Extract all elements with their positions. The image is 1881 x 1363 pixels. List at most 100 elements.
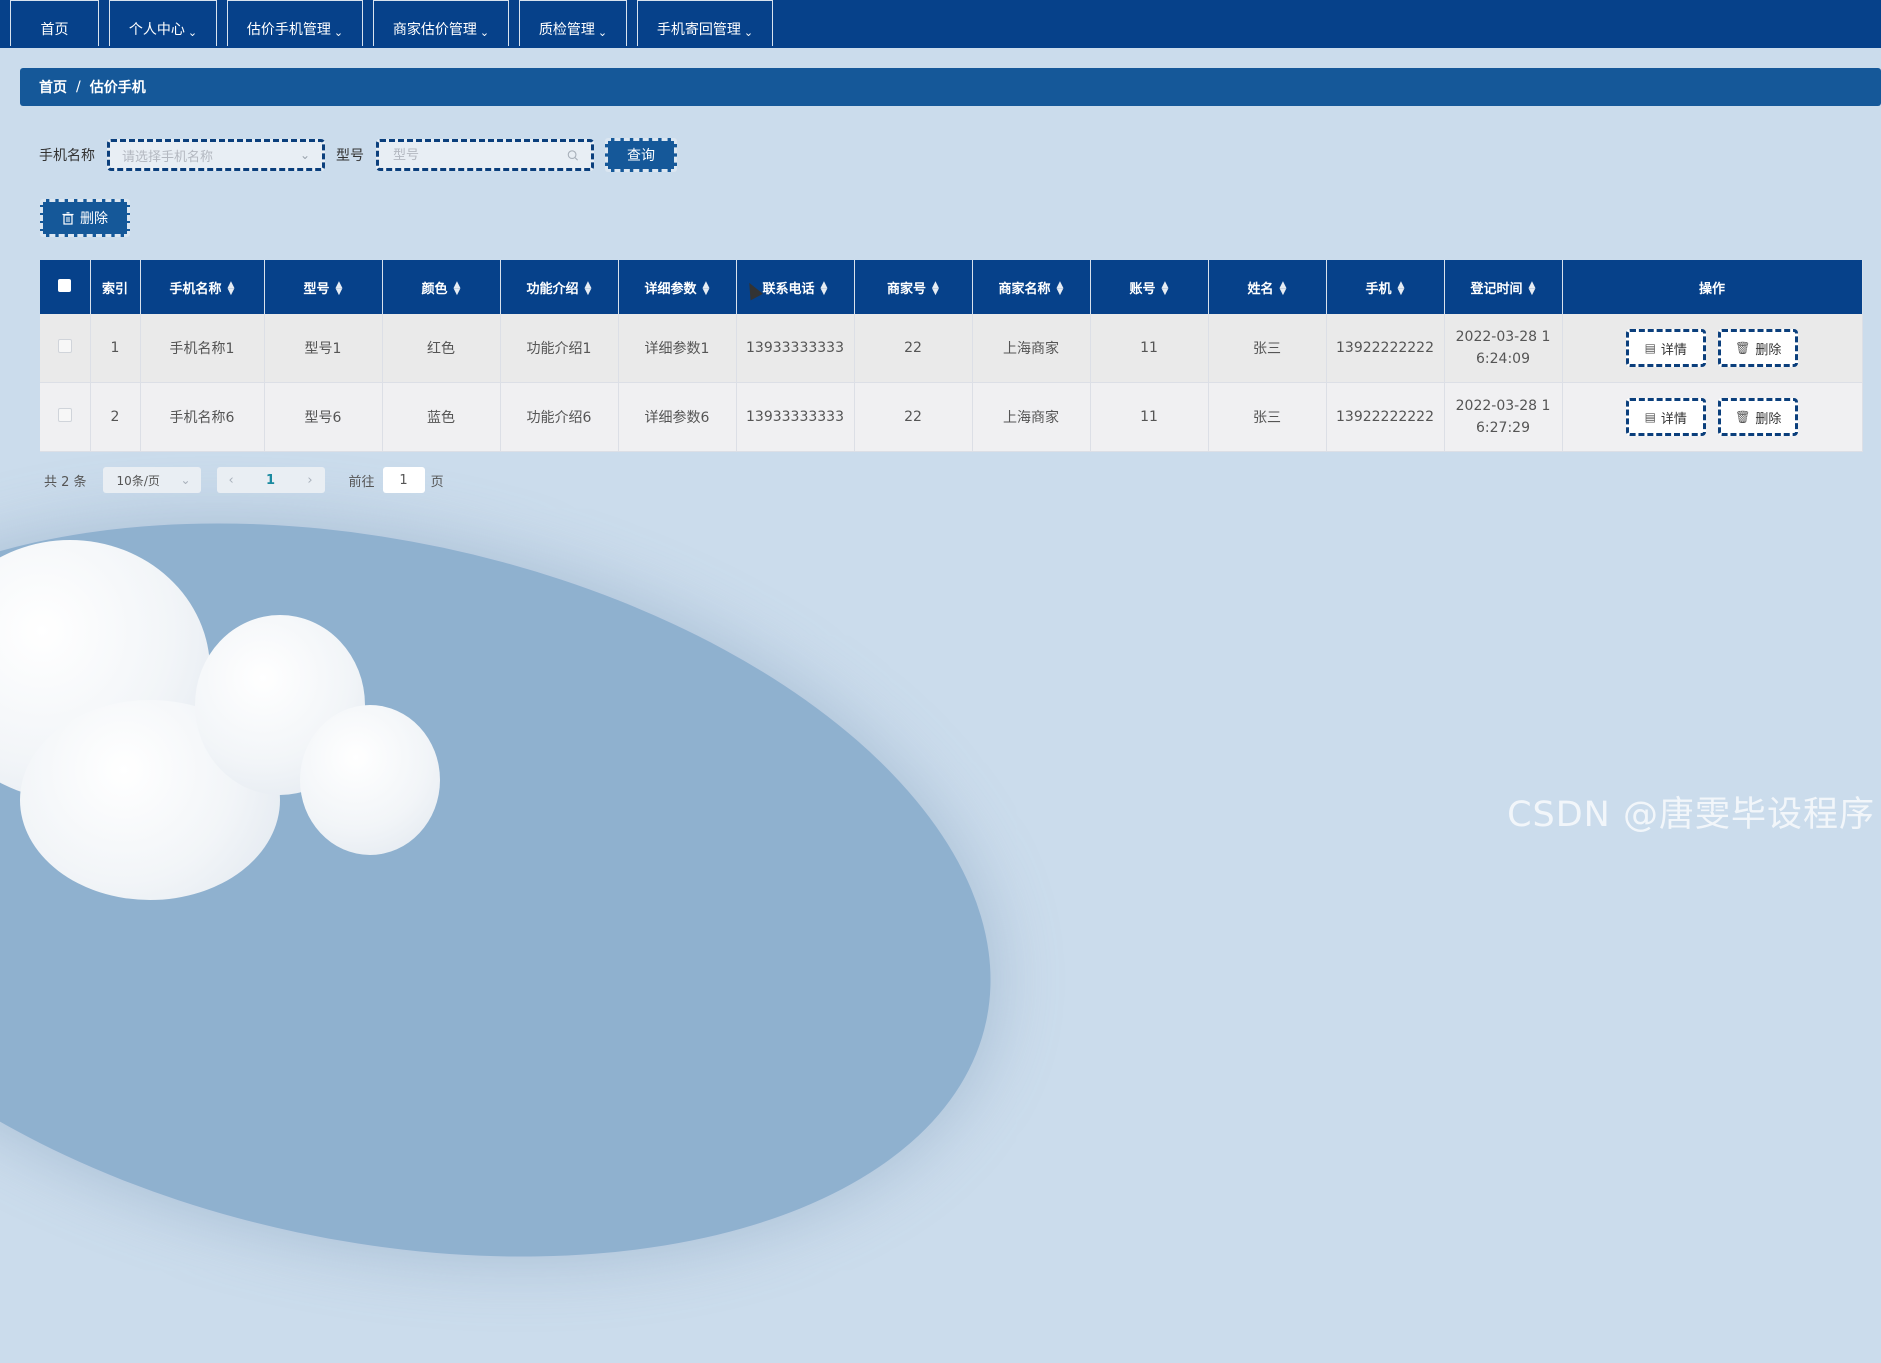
sort-icon[interactable]: ▲ ▼ (336, 281, 343, 297)
cell-merchant-name: 上海商家 (972, 382, 1091, 452)
watermark: CSDN @唐雯毕设程序 (1507, 795, 1875, 835)
sort-icon[interactable]: ▲ ▼ (1398, 281, 1405, 297)
column-header-account[interactable]: 账号 ▲ ▼ (1090, 260, 1209, 314)
cell-name: 手机名称1 (140, 314, 265, 383)
goto-suffix: 页 (430, 474, 444, 490)
sort-icon[interactable]: ▲ ▼ (228, 281, 235, 297)
column-header-time[interactable]: 登记时间 ▲ ▼ (1444, 260, 1563, 314)
column-header-model[interactable]: 型号 ▲ ▼ (264, 260, 383, 314)
cell-merchant-name: 上海商家 (972, 314, 1091, 383)
trash-icon: 🗑 (1735, 410, 1751, 424)
cell-time: 2022-03-28 1 6:24:09 (1444, 314, 1563, 383)
cell-actions: ▤ 详情 🗑 删除 (1562, 314, 1863, 383)
chevron-down-icon: ⌄ (187, 26, 198, 39)
column-header-merchant-no[interactable]: 商家号 ▲ ▼ (854, 260, 973, 314)
goto-page-input[interactable]: 1 (382, 467, 425, 493)
cell-merchant-no: 22 (854, 382, 973, 452)
cell-account: 11 (1090, 314, 1209, 383)
cell-name: 手机名称6 (140, 382, 265, 452)
detail-button-label: 详情 (1660, 342, 1687, 358)
column-header-mobile[interactable]: 手机 ▲ ▼ (1326, 260, 1445, 314)
delete-button-label: 删除 (1755, 342, 1782, 358)
nav-item-phone-return[interactable]: 手机寄回管理 ⌄ (637, 0, 773, 46)
detail-button[interactable]: ▤ 详情 (1625, 329, 1706, 367)
nav-item-merchant-valuation[interactable]: 商家估价管理 ⌄ (373, 0, 509, 46)
nav-item-label: 手机寄回管理 (656, 22, 741, 38)
cell-phone: 13933333333 (736, 314, 855, 383)
sort-icon[interactable]: ▲ ▼ (1280, 281, 1287, 297)
sort-icon[interactable]: ▲ ▼ (1162, 281, 1169, 297)
nav-item-label: 个人中心 (128, 22, 185, 38)
breadcrumb-current: 估价手机 (89, 80, 146, 96)
column-header-merchant-name[interactable]: 商家名称 ▲ ▼ (972, 260, 1091, 314)
sort-icon[interactable]: ▲ ▼ (1057, 281, 1064, 297)
column-header-label: 姓名 (1247, 281, 1274, 297)
top-nav: 首页 个人中心 ⌄ 估价手机管理 ⌄ 商家估价管理 ⌄ 质检管理 ⌄ 手机寄回管理 ⌄ (0, 0, 1881, 48)
select-all-checkbox[interactable] (58, 278, 72, 292)
model-input-wrap (376, 139, 594, 171)
row-select-cell (40, 382, 91, 452)
phone-name-select-placeholder: 请选择手机名称 (122, 149, 214, 165)
sort-icon[interactable]: ▲ ▼ (585, 281, 592, 297)
pagination: 共 2 条 10条/页 ⌄ ‹ 1 › 前往 1 页 (44, 467, 444, 493)
nav-item-phone-valuation[interactable]: 估价手机管理 ⌄ (227, 0, 363, 46)
time-line: 6:27:29 (1476, 420, 1530, 436)
cell-index: 2 (90, 382, 141, 452)
time-line: 2022-03-28 1 (1455, 329, 1551, 345)
document-icon: ▤ (1644, 341, 1656, 355)
column-header-label: 型号 (303, 281, 330, 297)
column-header-person[interactable]: 姓名 ▲ ▼ (1208, 260, 1327, 314)
row-checkbox[interactable] (57, 408, 72, 422)
sort-icon[interactable]: ▲ ▼ (1529, 281, 1536, 297)
chevron-down-icon: ⌄ (299, 148, 310, 162)
page-size-select[interactable]: 10条/页 ⌄ (102, 467, 201, 493)
nav-item-label: 质检管理 (538, 22, 595, 38)
cell-phone: 13933333333 (736, 382, 855, 452)
select-all-cell (40, 260, 91, 314)
next-page-icon[interactable]: › (307, 473, 312, 488)
delete-button[interactable]: 🗑 删除 (1718, 398, 1799, 436)
column-header-label: 索引 (101, 281, 128, 297)
column-header-label: 功能介绍 (526, 281, 579, 297)
chevron-down-icon: ⌄ (333, 26, 344, 39)
sort-icon[interactable]: ▲ ▼ (932, 281, 939, 297)
model-input[interactable] (391, 146, 568, 164)
chevron-down-icon: ⌄ (597, 26, 608, 39)
row-select-cell (40, 314, 91, 383)
breadcrumb: 首页 / 估价手机 (20, 68, 1881, 106)
cell-model: 型号1 (264, 314, 383, 383)
column-header-feature[interactable]: 功能介绍 ▲ ▼ (500, 260, 619, 314)
column-header-index: 索引 (90, 260, 141, 314)
table-row: 1 手机名称1 型号1 红色 功能介绍1 详细参数1 13933333333 2… (40, 314, 1863, 383)
column-header-name[interactable]: 手机名称 ▲ ▼ (140, 260, 265, 314)
column-header-label: 详细参数 (644, 281, 697, 297)
row-checkbox[interactable] (57, 339, 72, 353)
sort-icon[interactable]: ▲ ▼ (821, 281, 828, 297)
column-header-label: 登记时间 (1470, 281, 1523, 297)
column-header-label: 账号 (1129, 281, 1156, 297)
breadcrumb-home[interactable]: 首页 (39, 77, 67, 97)
column-header-color[interactable]: 颜色 ▲ ▼ (382, 260, 501, 314)
search-bar: 手机名称 请选择手机名称 ⌄ 型号 查询 (39, 138, 677, 172)
prev-page-icon[interactable]: ‹ (229, 473, 234, 488)
sort-icon[interactable]: ▲ ▼ (703, 281, 710, 297)
column-header-actions: 操作 (1562, 260, 1863, 314)
nav-item-label: 首页 (40, 22, 69, 38)
page-number-current[interactable]: 1 (266, 473, 275, 488)
nav-item-personal-center[interactable]: 个人中心 ⌄ (109, 0, 217, 46)
pagination-total: 共 2 条 (44, 474, 87, 490)
delete-button[interactable]: 🗑 删除 (1718, 329, 1799, 367)
batch-delete-button[interactable]: 删除 (40, 199, 130, 237)
nav-item-quality-inspection[interactable]: 质检管理 ⌄ (519, 0, 627, 46)
detail-button[interactable]: ▤ 详情 (1625, 398, 1706, 436)
cell-mobile: 13922222222 (1326, 382, 1445, 452)
nav-item-home[interactable]: 首页 (10, 0, 99, 46)
cell-index: 1 (90, 314, 141, 383)
chevron-down-icon: ⌄ (180, 473, 191, 487)
table-row: 2 手机名称6 型号6 蓝色 功能介绍6 详细参数6 13933333333 2… (40, 382, 1863, 452)
time-line: 6:24:09 (1476, 351, 1530, 367)
query-button[interactable]: 查询 (605, 138, 677, 172)
sort-icon[interactable]: ▲ ▼ (454, 281, 461, 297)
phone-name-select[interactable]: 请选择手机名称 ⌄ (107, 139, 325, 171)
column-header-params[interactable]: 详细参数 ▲ ▼ (618, 260, 737, 314)
